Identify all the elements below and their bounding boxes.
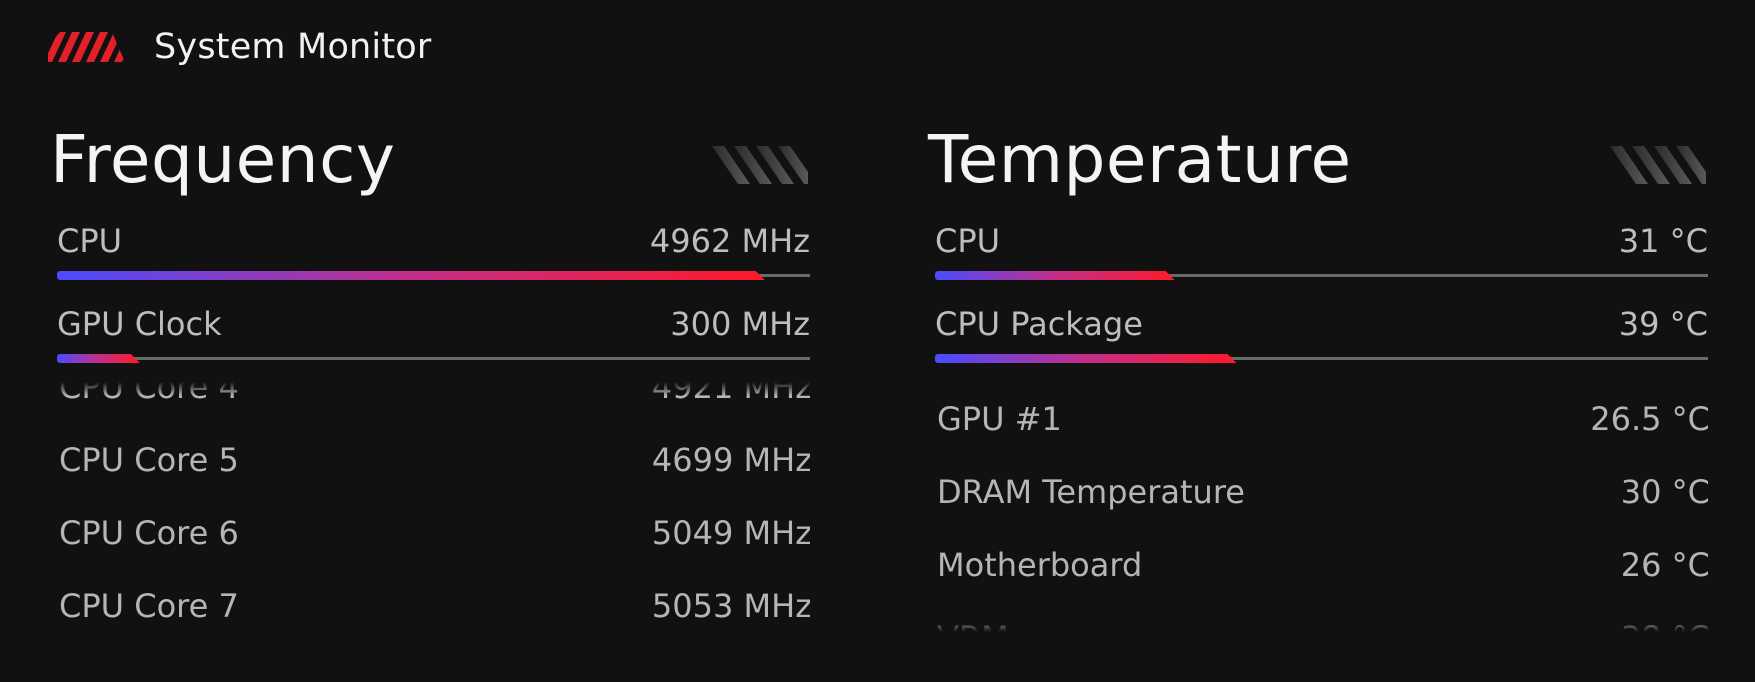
pinned-row-cpu-temperature[interactable]: CPU 31 °C [928, 218, 1708, 301]
system-monitor-window: System Monitor Frequency CPU 4962 MHz GP… [0, 0, 1755, 682]
pinned-row-gpu-clock[interactable]: GPU Clock 300 MHz [50, 301, 810, 384]
row-label: CPU Core 5 [59, 441, 239, 479]
app-title: System Monitor [154, 27, 432, 67]
row-label: CPU [935, 222, 1001, 260]
temperature-title: Temperature [928, 121, 1352, 198]
row-value: 31 °C [1618, 222, 1708, 260]
row-value: 4962 MHz [649, 222, 810, 260]
level-bar-fill [935, 354, 1236, 363]
list-item[interactable]: GPU #1 26.5 °C [928, 386, 1708, 459]
row-label: GPU Clock [57, 305, 222, 343]
row-label: CPU Package [935, 305, 1143, 343]
row-value: 4699 MHz [651, 441, 810, 479]
row-label: GPU #1 [937, 400, 1062, 438]
row-value: 38 °C [1621, 619, 1708, 632]
decorative-stripes-icon [712, 146, 808, 184]
row-value: 26 °C [1620, 546, 1708, 584]
row-value: 39 °C [1618, 305, 1708, 343]
level-bar-fill [57, 271, 765, 280]
row-value: 4921 MHz [651, 382, 810, 406]
row-label: VRM [937, 619, 1009, 632]
temperature-sensor-list[interactable]: GPU #1 26.5 °C DRAM Temperature 30 °C Mo… [928, 382, 1708, 632]
row-label: CPU [57, 222, 123, 260]
list-item[interactable]: VRM 38 °C [928, 605, 1708, 632]
row-label: CPU Core 7 [59, 587, 239, 625]
row-value: 5049 MHz [651, 514, 810, 552]
row-value: 30 °C [1620, 473, 1708, 511]
level-bar-fill [57, 354, 140, 363]
level-bar-track [57, 357, 810, 360]
row-label: DRAM Temperature [937, 473, 1245, 511]
level-bar-track [935, 274, 1708, 277]
decorative-stripes-icon [1610, 146, 1706, 184]
frequency-title: Frequency [50, 121, 396, 198]
brand-stripes-logo [48, 32, 124, 62]
list-item[interactable]: CPU Core 5 4699 MHz [50, 427, 810, 500]
level-bar-track [57, 274, 810, 277]
list-item[interactable]: CPU Core 6 5049 MHz [50, 500, 810, 573]
row-value: 300 MHz [670, 305, 810, 343]
level-bar-track [935, 357, 1708, 360]
temperature-panel: Temperature CPU 31 °C CPU Package 39 °C … [928, 118, 1708, 632]
row-label: CPU Core 6 [59, 514, 239, 552]
app-header: System Monitor [48, 22, 432, 72]
list-item[interactable]: CPU Core 7 5053 MHz [50, 573, 810, 632]
pinned-row-cpu-frequency[interactable]: CPU 4962 MHz [50, 218, 810, 301]
pinned-row-cpu-package[interactable]: CPU Package 39 °C [928, 301, 1708, 384]
list-item[interactable]: Motherboard 26 °C [928, 532, 1708, 605]
frequency-sensor-list[interactable]: CPU Core 4 4921 MHz CPU Core 5 4699 MHz … [50, 382, 810, 632]
list-item[interactable]: CPU Core 4 4921 MHz [50, 382, 810, 427]
row-value: 5053 MHz [651, 587, 810, 625]
frequency-panel: Frequency CPU 4962 MHz GPU Clock 300 MHz… [50, 118, 810, 632]
row-value: 26.5 °C [1590, 400, 1708, 438]
list-item[interactable]: DRAM Temperature 30 °C [928, 459, 1708, 532]
row-label: CPU Core 4 [59, 382, 239, 406]
level-bar-fill [935, 271, 1175, 280]
row-label: Motherboard [937, 546, 1143, 584]
